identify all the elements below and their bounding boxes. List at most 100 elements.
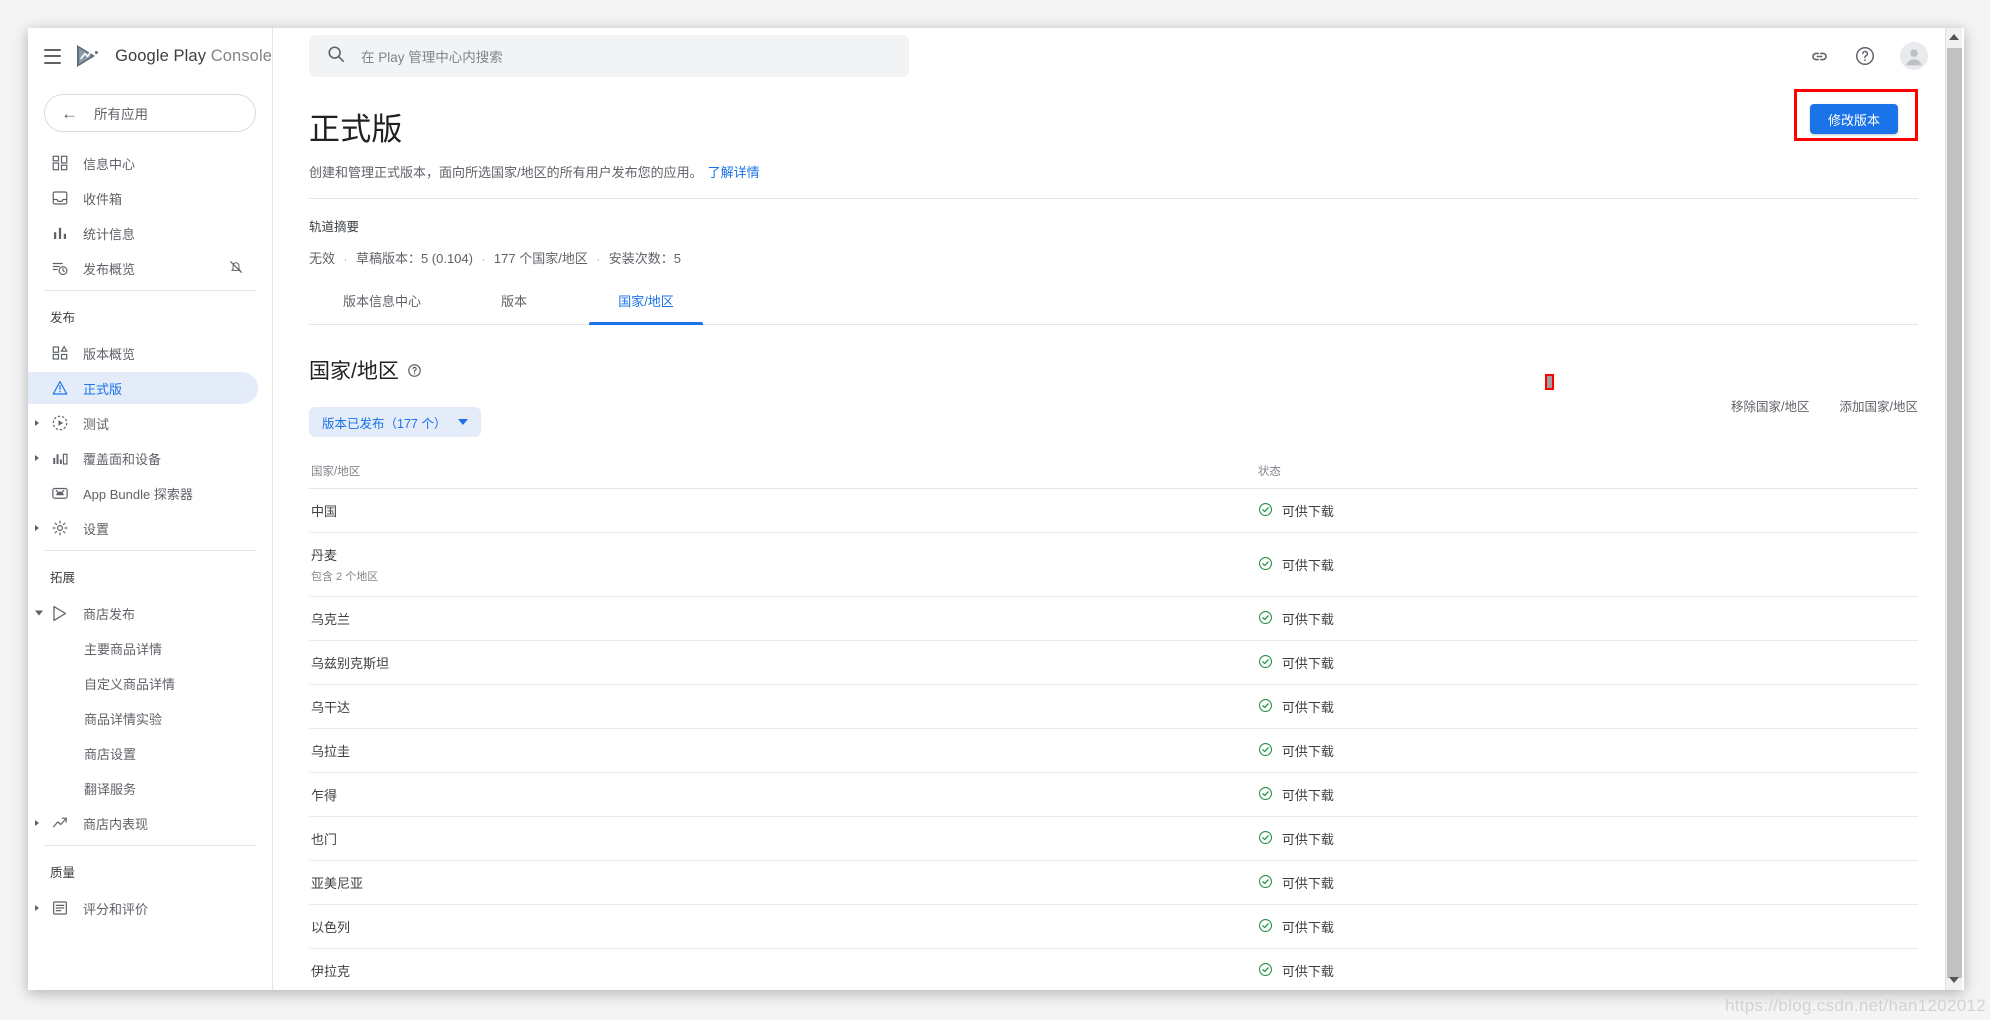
tab-2[interactable]: 国家/地区 [589,291,703,325]
sidebar-section-title: 质量 [50,866,76,880]
country-name: 中国 [311,504,338,519]
account-avatar-icon[interactable] [1900,42,1928,70]
country-cell: 乌克兰 [309,596,1258,641]
red-annotation-marker [1545,374,1554,390]
status-label: 可供下载 [1281,832,1334,847]
chevron-right-icon[interactable] [35,420,39,426]
search-input[interactable]: 在 Play 管理中心内搜索 [309,35,909,77]
country-cell: 乌兹别克斯坦 [309,640,1258,685]
country-cell: 以色列 [309,904,1258,949]
table-row[interactable]: 伊拉克 可供下载 [309,948,1918,990]
all-apps-button[interactable]: ← 所有应用 [44,94,256,132]
modify-release-container: 修改版本 [1793,89,1918,141]
trending-up-icon [50,814,69,833]
link-icon[interactable] [1808,45,1830,67]
watermark: https://blog.csdn.net/han1202012 [1724,996,1986,1015]
status-cell: 可供下载 [1257,684,1918,729]
add-countries-button[interactable]: 添加国家/地区 [1840,396,1918,415]
sidebar-section-title: 发布 [50,311,76,325]
table-head: 国家/地区 状态 [309,455,1918,489]
release-filter-label: 版本已发布（177 个） [322,416,447,431]
sidebar-item-6[interactable]: 商店内表现 [28,807,258,839]
status-label: 可供下载 [1281,612,1334,627]
modify-release-button[interactable]: 修改版本 [1809,104,1898,134]
table-row[interactable]: 以色列 可供下载 [309,904,1918,949]
release-filter-chip[interactable]: 版本已发布（177 个） [309,407,482,437]
chevron-right-icon[interactable] [35,820,39,826]
sidebar-item-2[interactable]: 测试 [28,407,258,439]
sidebar-item-1[interactable]: 主要商品详情 [28,632,258,664]
table-row[interactable]: 乌拉圭 可供下载 [309,728,1918,773]
tab-0[interactable]: 版本信息中心 [325,291,439,324]
sidebar-item-0[interactable]: 信息中心 [28,147,258,179]
table-row[interactable]: 乌克兰 可供下载 [309,596,1918,641]
scroll-up-arrow-icon[interactable] [1949,34,1959,40]
check-circle-icon [1258,556,1273,574]
table-row[interactable]: 亚美尼亚 可供下载 [309,860,1918,905]
country-name: 丹麦 [311,548,338,563]
tab-1[interactable]: 版本 [457,291,571,324]
table-row[interactable]: 乍得 可供下载 [309,772,1918,817]
sidebar-item-0[interactable]: 评分和评价 [28,892,258,924]
sidebar-item-label: 商店设置 [84,746,137,762]
sidebar-item-3[interactable]: 发布概览 [28,252,258,284]
country-name: 也门 [311,832,338,847]
status-label: 可供下载 [1281,964,1334,979]
help-circle-icon[interactable] [1854,45,1876,67]
notifications-off-icon[interactable] [228,259,244,278]
table-row[interactable]: 乌兹别克斯坦 可供下载 [309,640,1918,685]
sidebar-item-4[interactable]: App Bundle 探索器 [28,477,258,509]
chevron-right-icon[interactable] [35,455,39,461]
scrollbar-thumb[interactable] [1947,48,1962,978]
check-circle-icon [1258,742,1273,760]
table-row[interactable]: 丹麦 包含 2 个地区 可供下载 [309,532,1918,597]
sidebar-item-4[interactable]: 商店设置 [28,737,258,769]
chevron-right-icon[interactable] [35,525,39,531]
country-cell: 中国 [309,488,1258,533]
status-label: 可供下载 [1281,920,1334,935]
country-cell: 亚美尼亚 [309,860,1258,905]
sidebar-item-5[interactable]: 翻译服务 [28,772,258,804]
sidebar-item-0[interactable]: 商店发布 [28,597,258,629]
table-row[interactable]: 也门 可供下载 [309,816,1918,861]
play-console-window: Google Play Console ← 所有应用 信息中心 收件箱 统计信息 发布… [28,28,1964,990]
google-play-logo-icon [75,44,101,68]
chevron-down-icon[interactable] [35,610,43,616]
search-placeholder: 在 Play 管理中心内搜索 [361,50,503,65]
learn-more-link[interactable]: 了解详情 [708,165,760,180]
scroll-down-arrow-icon[interactable] [1949,977,1959,983]
sidebar-item-label: 商店内表现 [83,816,149,832]
table-row[interactable]: 中国 可供下载 [309,488,1918,533]
sidebar-item-1[interactable]: 正式版 [28,372,258,404]
help-circle-icon[interactable] [407,363,422,378]
sidebar-item-2[interactable]: 统计信息 [28,217,258,249]
gear-icon [50,519,69,538]
reach-devices-icon [50,449,69,468]
remove-countries-button[interactable]: 移除国家/地区 [1731,396,1809,415]
sidebar-item-label: 发布概览 [83,261,136,277]
status-cell: 可供下载 [1257,640,1918,685]
page-content: 正式版 创建和管理正式版本，面向所选国家/地区的所有用户发布您的应用。 了解详情 … [273,84,1964,990]
chevron-right-icon[interactable] [35,905,39,911]
sidebar-item-3[interactable]: 覆盖面和设备 [28,442,258,474]
topbar-actions [1808,42,1964,70]
sidebar-item-1[interactable]: 收件箱 [28,182,258,214]
back-arrow-icon: ← [61,103,78,123]
status-cell: 可供下载 [1257,596,1918,641]
sidebar-item-0[interactable]: 版本概览 [28,337,258,369]
sidebar-item-2[interactable]: 自定义商品详情 [28,667,258,699]
status-label: 可供下载 [1281,788,1334,803]
check-circle-icon [1258,830,1273,848]
country-name: 以色列 [311,920,351,935]
release-overview-icon [50,259,69,278]
hamburger-icon[interactable] [44,48,62,64]
sidebar-item-5[interactable]: 设置 [28,512,258,544]
country-name: 乌拉圭 [311,744,351,759]
testing-icon [50,414,69,433]
table-row[interactable]: 乌干达 可供下载 [309,684,1918,729]
country-cell: 也门 [309,816,1258,861]
browser-scrollbar[interactable] [1945,28,1962,990]
country-cell: 乌干达 [309,684,1258,729]
status-label: 可供下载 [1281,558,1334,573]
sidebar-item-3[interactable]: 商品详情实验 [28,702,258,734]
